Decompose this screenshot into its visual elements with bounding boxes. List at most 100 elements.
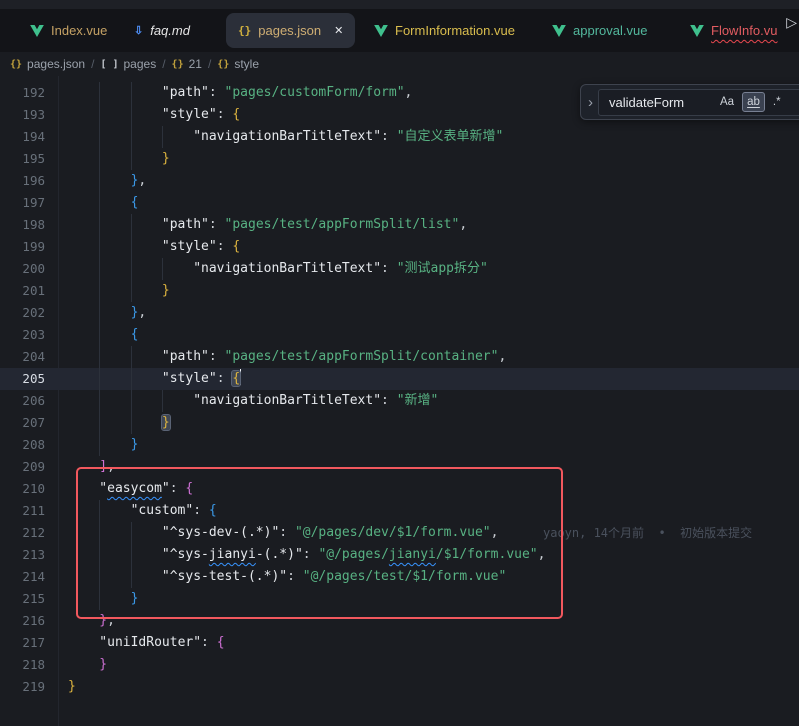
breadcrumb-item-style[interactable]: {}style [217,57,259,71]
indent-guide [99,302,100,324]
code-line[interactable]: 194 "navigationBarTitleText": "自定义表单新增" [0,126,799,148]
indent-guide [131,258,132,280]
code-line[interactable]: 197{ [0,192,799,214]
line-number: 209 [0,456,45,478]
object-icon: {} [172,59,184,70]
indent-guide [99,522,100,544]
code-line[interactable]: 212"^sys-dev-(.*)": "@/pages/dev/$1/form… [0,522,799,544]
text-cursor [240,369,241,385]
code-line[interactable]: 219} [0,676,799,698]
tab-overflow-chevron[interactable]: ▷ [786,14,797,31]
close-icon[interactable]: ✕ [334,24,343,37]
line-number: 198 [0,214,45,236]
code-line[interactable]: 198 "path": "pages/test/appFormSplit/list… [0,214,799,236]
code-text: "^sys-test-(.*)": "@/pages/test/$1/form.… [162,566,506,588]
code-text: "style": { [162,104,240,126]
code-text: "path": "pages/test/appFormSplit/contain… [162,346,506,368]
code-text: } [162,412,170,434]
breadcrumb-item-pages[interactable]: [ ]pages [100,57,156,71]
line-number: 214 [0,566,45,588]
indent-guide [99,324,100,346]
code-line[interactable]: 200 "navigationBarTitleText": "测试app拆分" [0,258,799,280]
line-number: 213 [0,544,45,566]
indent-guide [99,500,100,522]
code-line[interactable]: 199"style": { [0,236,799,258]
line-number: 194 [0,126,45,148]
code-line[interactable]: 204"path": "pages/test/appFormSplit/cont… [0,346,799,368]
code-line[interactable]: 207} [0,412,799,434]
vue-icon [690,25,704,37]
code-line[interactable]: 211"custom": { [0,500,799,522]
indent-guide [99,368,100,390]
indent-guide [131,412,132,434]
code-line[interactable]: 203{ [0,324,799,346]
code-line[interactable]: 208} [0,434,799,456]
code-line[interactable]: 206 "navigationBarTitleText": "新增" [0,390,799,412]
object-icon: {} [10,59,22,70]
code-line[interactable]: 216}, [0,610,799,632]
indent-guide [131,126,132,148]
code-line[interactable]: 210"easycom": { [0,478,799,500]
find-widget: › Aaab.* [580,84,799,120]
line-number: 200 [0,258,45,280]
tab-faq-md[interactable]: ⇩faq.md [122,13,202,48]
find-input[interactable] [607,94,715,111]
code-line[interactable]: 215} [0,588,799,610]
code-line[interactable]: 217"uniIdRouter": { [0,632,799,654]
indent-guide [99,236,100,258]
code-area[interactable]: › Aaab.* 192"path": "pages/customForm/fo… [0,76,799,726]
code-text: "uniIdRouter": { [99,632,224,654]
vue-icon [552,25,566,37]
tab-label: approval.vue [573,23,647,38]
code-text: "navigationBarTitleText": "自定义表单新增" [193,126,503,148]
code-text: "navigationBarTitleText": "新增" [193,390,438,412]
breadcrumb-item-21[interactable]: {}21 [172,57,202,71]
line-number: 201 [0,280,45,302]
indent-guide [131,236,132,258]
tab-pages-json[interactable]: {}pages.json✕ [226,13,355,48]
code-line[interactable]: 202}, [0,302,799,324]
code-text: } [131,434,139,456]
breadcrumb-separator: / [162,57,165,71]
breadcrumb-label: pages.json [27,57,85,71]
code-text: "navigationBarTitleText": "测试app拆分" [193,258,488,280]
indent-guide [162,390,163,412]
line-number: 212 [0,522,45,544]
breadcrumb-label: style [234,57,259,71]
line-number: 199 [0,236,45,258]
code-line[interactable]: 196}, [0,170,799,192]
breadcrumb: {}pages.json/[ ]pages/{}21/{}style [0,52,799,76]
find-toggle-chevron[interactable]: › [581,94,598,111]
indent-guide [131,522,132,544]
indent-guide [131,346,132,368]
match-case-button[interactable]: Aa [715,92,739,112]
find-input-box: Aaab.* [598,89,799,116]
tab-approval-vue[interactable]: approval.vue [540,13,659,48]
line-number: 195 [0,148,45,170]
tab-forminformation-vue[interactable]: FormInformation.vue [362,13,527,48]
line-number: 208 [0,434,45,456]
code-line[interactable]: 213"^sys-jianyi-(.*)": "@/pages/jianyi/$… [0,544,799,566]
code-text: "path": "pages/test/appFormSplit/list", [162,214,467,236]
indent-guide [131,82,132,104]
tab-bar: Index.vue⇩faq.md {}pages.json✕FormInforma… [0,9,799,52]
regex-button[interactable]: .* [768,92,786,112]
code-line[interactable]: 209], [0,456,799,478]
indent-guide [131,104,132,126]
code-line[interactable]: 214 "^sys-test-(.*)": "@/pages/test/$1/fo… [0,566,799,588]
code-line[interactable]: 195} [0,148,799,170]
whole-word-button[interactable]: ab [742,92,765,112]
code-line[interactable]: 205"style": { [0,368,799,390]
line-number: 206 [0,390,45,412]
code-line[interactable]: 201} [0,280,799,302]
line-number: 202 [0,302,45,324]
line-number: 219 [0,676,45,698]
code-line[interactable]: 218} [0,654,799,676]
tab-flowinfo-vu[interactable]: FlowInfo.vu [678,13,789,48]
tab-index-vue[interactable]: Index.vue [18,13,119,48]
line-number: 211 [0,500,45,522]
tab-label: FlowInfo.vu [711,23,777,38]
indent-guide [131,214,132,236]
code-text: } [162,148,170,170]
breadcrumb-item-pages-json[interactable]: {} pages.json [10,57,85,71]
